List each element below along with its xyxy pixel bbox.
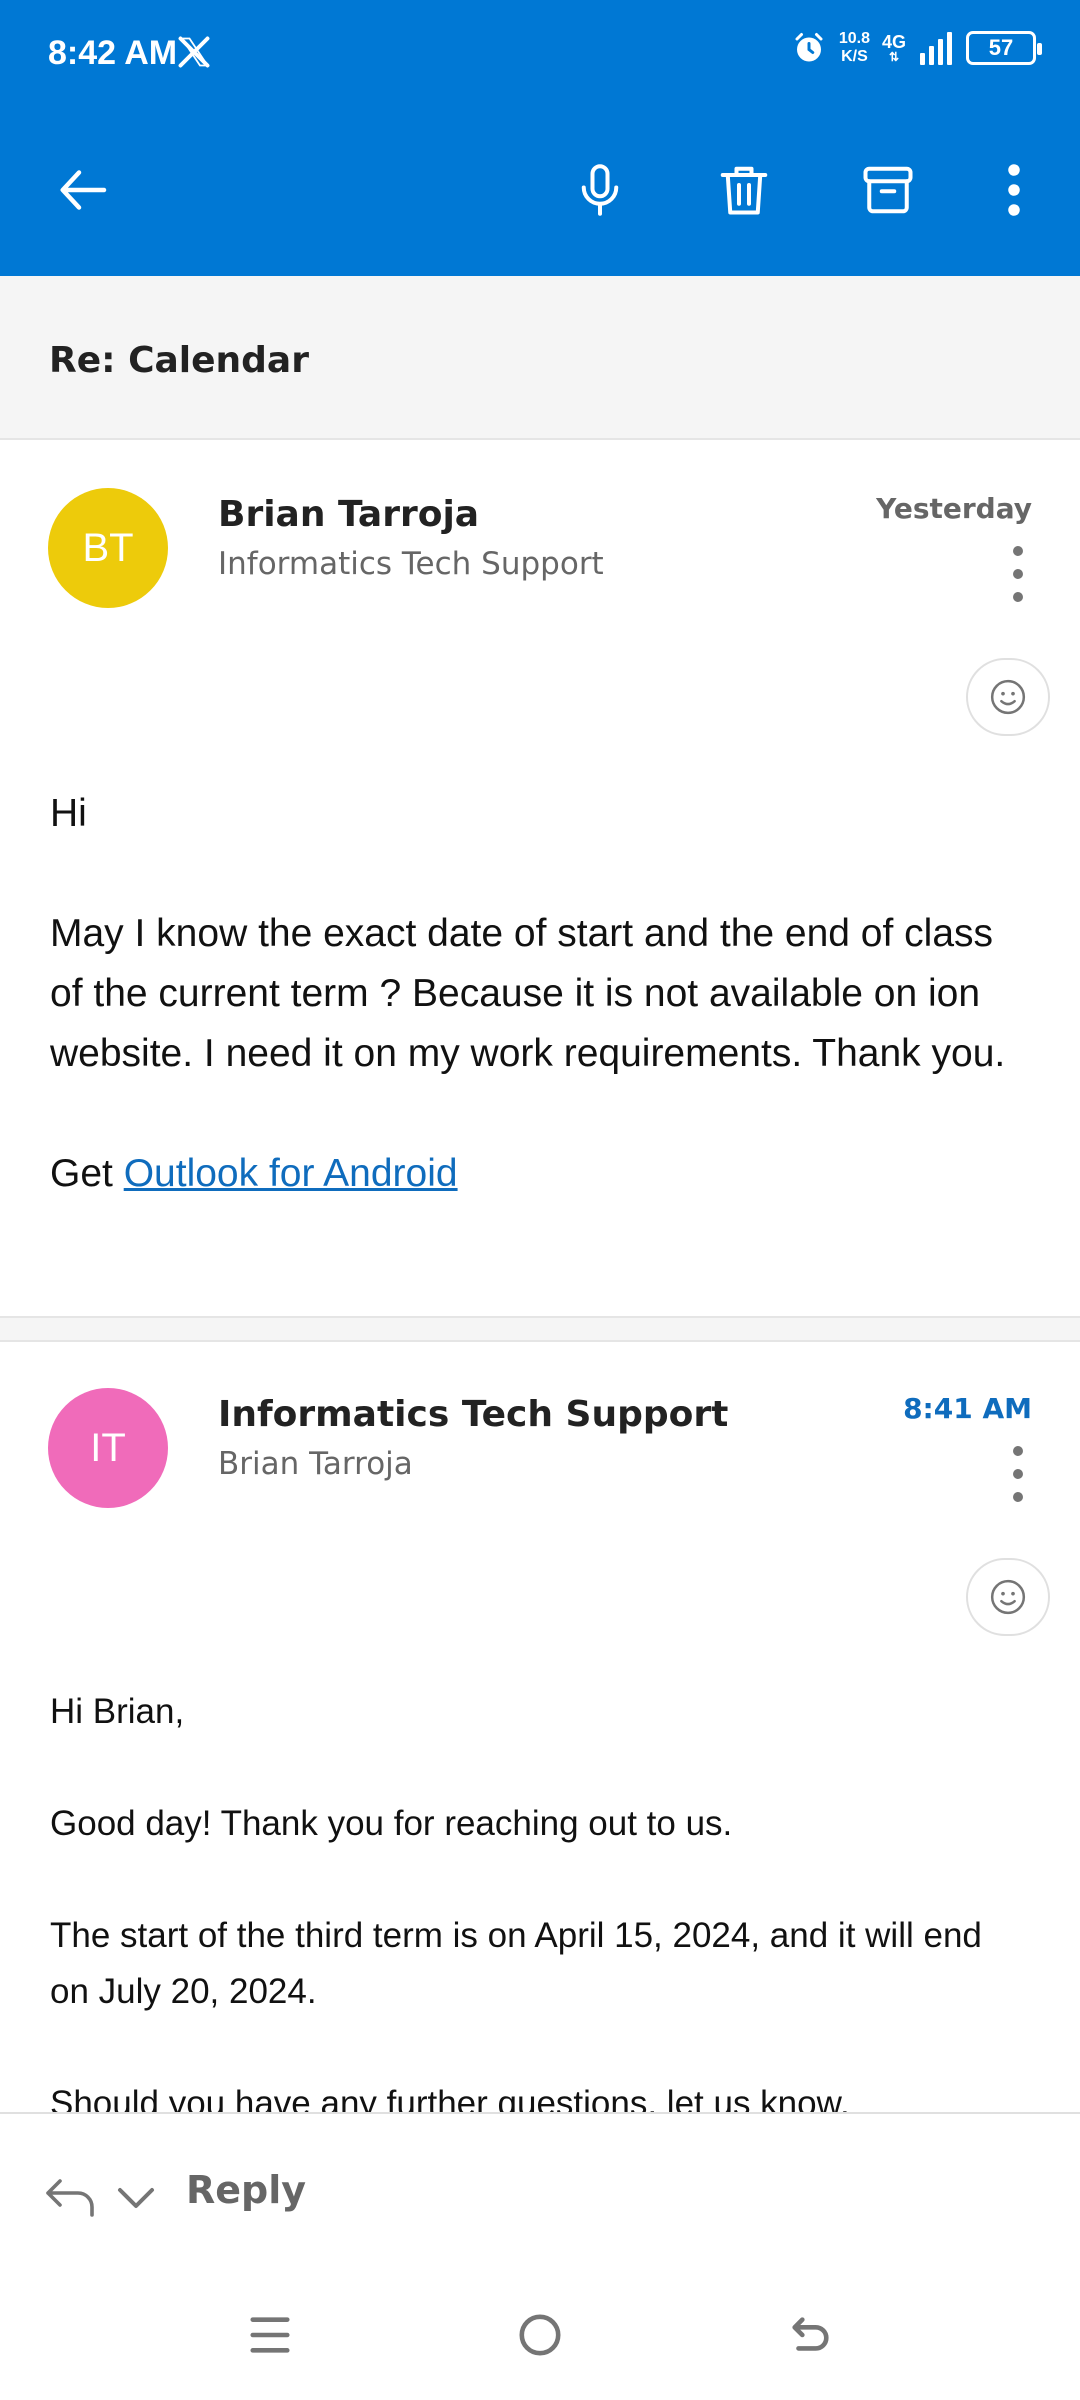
dot	[1013, 569, 1023, 579]
sender-name[interactable]: Informatics Tech Support	[218, 1394, 728, 1435]
x-app-icon	[178, 36, 210, 68]
recents-button[interactable]	[235, 2300, 305, 2370]
sender-name[interactable]: Brian Tarroja	[218, 494, 479, 535]
body-paragraph: Hi	[50, 792, 87, 835]
archive-button[interactable]	[848, 150, 928, 230]
signature: Get Outlook for Android	[50, 1144, 1030, 1204]
dot	[1013, 592, 1023, 602]
back-nav-icon	[792, 2317, 829, 2351]
battery-level: 57	[988, 35, 1014, 60]
body-paragraph: Hi Brian,	[50, 1692, 185, 1731]
message-body: Hi May I know the exact date of start an…	[50, 784, 1030, 1204]
avatar-initials: IT	[90, 1425, 126, 1470]
dictate-button[interactable]	[560, 150, 640, 230]
body-paragraph: The start of the third term is on April …	[50, 1916, 982, 2011]
avatar-initials: BT	[82, 525, 134, 570]
email-subject: Re: Calendar	[49, 340, 309, 381]
net-speed-unit: K/S	[841, 48, 868, 65]
reply-arrow-icon[interactable]	[42, 2174, 98, 2220]
home-button[interactable]	[505, 2300, 575, 2370]
reply-bar: Reply	[0, 2112, 1080, 2270]
archive-icon	[863, 166, 913, 214]
message-2[interactable]: IT Informatics Tech Support Brian Tarroj…	[0, 1342, 1080, 2112]
outlook-android-link[interactable]: Outlook for Android	[124, 1152, 458, 1195]
signal-icon	[920, 32, 952, 65]
message-more-button[interactable]	[1008, 1446, 1028, 1502]
message-date: Yesterday	[876, 492, 1032, 525]
smiley-icon	[990, 1579, 1026, 1615]
status-right: 10.8 K/S 4G ⇅ 57	[791, 30, 1042, 66]
body-paragraph: Should you have any further questions, l…	[50, 2084, 850, 2112]
battery-indicator: 57	[966, 31, 1042, 65]
dot	[1013, 546, 1023, 556]
menu-icon	[250, 2317, 290, 2353]
dot	[1013, 1446, 1023, 1456]
more-vertical-icon	[1008, 164, 1020, 216]
home-circle-icon	[519, 2314, 561, 2356]
reply-button[interactable]: Reply	[186, 2168, 306, 2212]
back-nav-button[interactable]	[775, 2300, 845, 2370]
status-time: 8:42 AM	[48, 34, 178, 72]
data-arrows-icon: ⇅	[888, 50, 900, 64]
alarm-icon	[795, 33, 823, 62]
trash-icon	[720, 166, 768, 215]
body-paragraph: May I know the exact date of start and t…	[50, 912, 1006, 1075]
net-speed: 10.8 K/S	[839, 30, 870, 66]
delete-button[interactable]	[704, 150, 784, 230]
avatar[interactable]: IT	[48, 1388, 168, 1508]
avatar[interactable]: BT	[48, 488, 168, 608]
message-date: 8:41 AM	[903, 1392, 1032, 1425]
message-divider	[0, 1316, 1080, 1342]
status-bar: 8:42 AM 10.8 K/S 4G ⇅ 57	[0, 0, 1080, 110]
net-speed-value: 10.8	[838, 30, 870, 47]
dot	[1013, 1469, 1023, 1479]
body-paragraph: Good day! Thank you for reaching out to …	[50, 1804, 733, 1843]
arrow-left-icon	[60, 170, 107, 210]
dot	[1013, 1492, 1023, 1502]
chevron-down-icon[interactable]	[116, 2186, 156, 2210]
message-1[interactable]: BT Brian Tarroja Informatics Tech Suppor…	[0, 442, 1080, 1316]
message-body: Hi Brian, Good day! Thank you for reachi…	[50, 1684, 1030, 2112]
network-label: 4G	[881, 32, 906, 52]
signature-prefix: Get	[50, 1152, 124, 1195]
message-toolbar	[0, 120, 1080, 260]
subject-bar: Re: Calendar	[0, 276, 1080, 440]
microphone-icon	[581, 164, 619, 216]
network-type: 4G ⇅	[882, 33, 906, 63]
recipient-name[interactable]: Brian Tarroja	[218, 1446, 413, 1482]
reaction-button[interactable]	[966, 658, 1050, 736]
more-options-button[interactable]	[974, 150, 1054, 230]
smiley-icon	[990, 679, 1026, 715]
message-more-button[interactable]	[1008, 546, 1028, 602]
back-button[interactable]	[44, 150, 124, 230]
app-bar: 8:42 AM 10.8 K/S 4G ⇅ 57	[0, 0, 1080, 276]
reaction-button[interactable]	[966, 1558, 1050, 1636]
recipient-name[interactable]: Informatics Tech Support	[218, 546, 604, 582]
system-nav-bar	[0, 2272, 1080, 2400]
